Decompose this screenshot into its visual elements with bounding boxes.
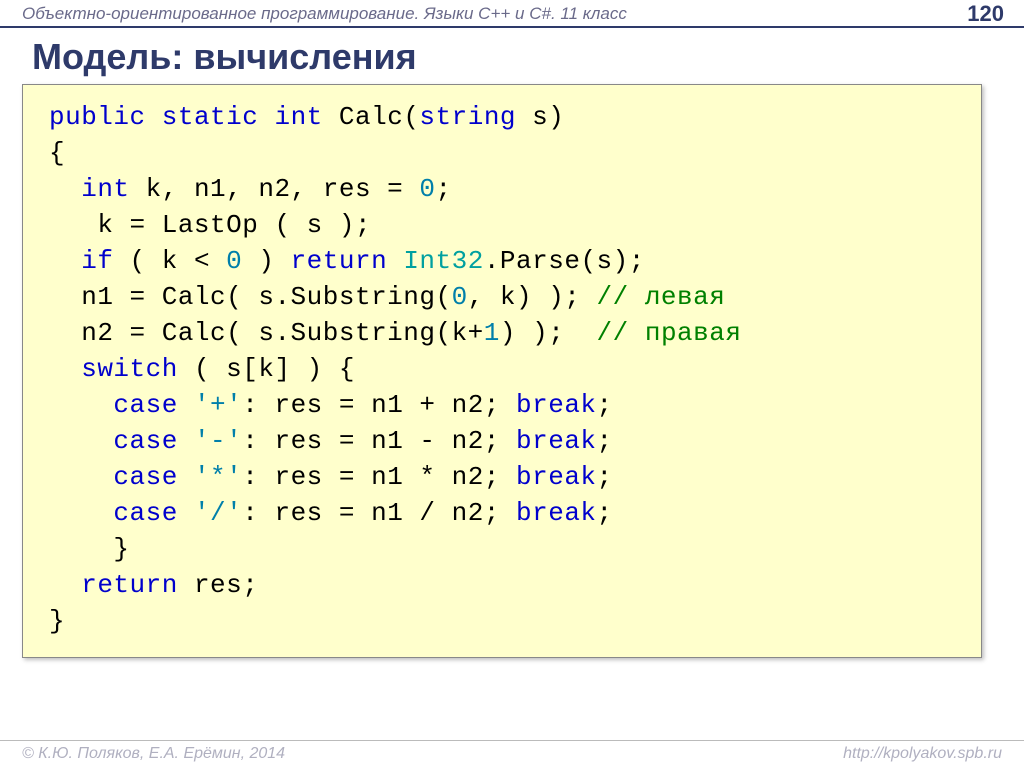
- header-bar: Объектно-ориентированное программировани…: [0, 0, 1024, 28]
- slide: Объектно-ориентированное программировани…: [0, 0, 1024, 767]
- kw-static: static: [162, 102, 259, 132]
- comment-left: // левая: [597, 282, 726, 312]
- kw-public: public: [49, 102, 146, 132]
- comment-right: // правая: [597, 318, 742, 348]
- fn-calc: Calc: [339, 102, 403, 132]
- kw-return-2: return: [81, 570, 178, 600]
- code-box: public static int Calc(string s) { int k…: [22, 84, 982, 658]
- kw-if: if: [81, 246, 113, 276]
- kw-return-1: return: [291, 246, 388, 276]
- page-number: 120: [967, 1, 1004, 27]
- kw-switch: switch: [81, 354, 178, 384]
- code-listing: public static int Calc(string s) { int k…: [49, 99, 957, 639]
- kw-int32: Int32: [403, 246, 484, 276]
- footer-left: © К.Ю. Поляков, Е.А. Ерёмин, 2014: [22, 745, 285, 763]
- kw-int-decl: int: [81, 174, 129, 204]
- slide-body: Модель: вычисления public static int Cal…: [0, 28, 1024, 658]
- header-title: Объектно-ориентированное программировани…: [22, 4, 627, 24]
- kw-string: string: [419, 102, 516, 132]
- footer-right: http://kpolyakov.spb.ru: [843, 745, 1002, 763]
- slide-title: Модель: вычисления: [32, 36, 1002, 78]
- kw-int-ret: int: [274, 102, 322, 132]
- footer-bar: © К.Ю. Поляков, Е.А. Ерёмин, 2014 http:/…: [0, 740, 1024, 763]
